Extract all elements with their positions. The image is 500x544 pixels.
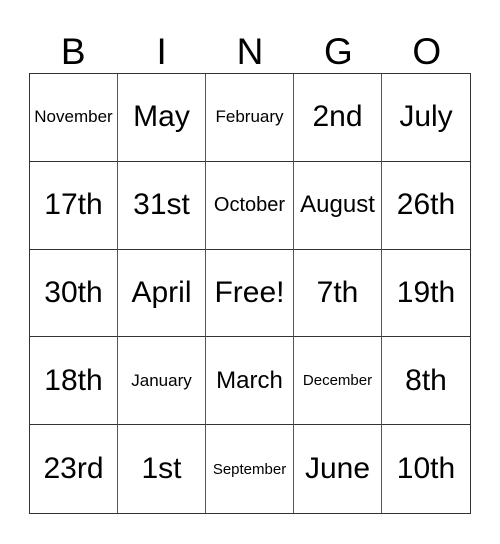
header-letter-i: I: [156, 31, 167, 72]
header-letter-n: N: [236, 31, 264, 72]
bingo-cell[interactable]: July: [382, 74, 470, 162]
bingo-cell[interactable]: 26th: [382, 162, 470, 250]
bingo-cell[interactable]: 1st: [118, 425, 206, 513]
bingo-header: B I N G O: [29, 30, 471, 73]
bingo-cell[interactable]: October: [206, 161, 294, 250]
bingo-cell[interactable]: 23rd: [30, 425, 118, 513]
bingo-cell[interactable]: 10th: [382, 425, 470, 513]
header-letter-g: G: [324, 31, 353, 72]
bingo-cell[interactable]: 2nd: [294, 74, 382, 162]
bingo-cell[interactable]: March: [206, 337, 294, 426]
bingo-cell[interactable]: November: [30, 74, 118, 162]
bingo-cell[interactable]: 8th: [382, 337, 470, 426]
bingo-card: November May February 2nd July 17th 31st…: [29, 73, 471, 514]
bingo-cell[interactable]: 31st: [118, 161, 206, 250]
bingo-cell[interactable]: 30th: [30, 249, 118, 338]
bingo-cell[interactable]: 7th: [294, 249, 382, 338]
bingo-cell[interactable]: January: [118, 337, 206, 426]
bingo-cell[interactable]: 18th: [30, 337, 118, 426]
bingo-cell[interactable]: September: [206, 425, 294, 513]
header-letter-b: B: [60, 31, 86, 72]
bingo-cell[interactable]: April: [118, 249, 206, 338]
bingo-cell[interactable]: 19th: [382, 250, 470, 338]
header-letter-o: O: [412, 31, 442, 72]
bingo-cell[interactable]: June: [294, 425, 382, 513]
free-space-cell[interactable]: Free!: [206, 249, 294, 338]
bingo-cell[interactable]: May: [118, 74, 206, 162]
bingo-cell[interactable]: 17th: [30, 161, 118, 250]
bingo-cell[interactable]: February: [206, 74, 294, 162]
bingo-cell[interactable]: December: [294, 337, 382, 426]
bingo-cell[interactable]: August: [294, 161, 382, 250]
